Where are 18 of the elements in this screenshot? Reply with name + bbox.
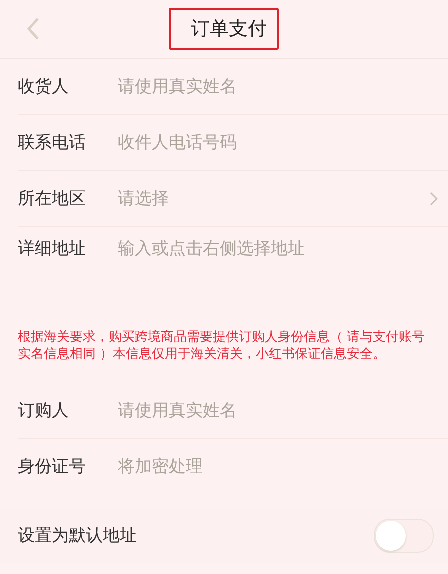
default-address-label: 设置为默认地址 (18, 525, 137, 547)
input-field[interactable]: 收件人电话号码 (118, 132, 424, 152)
chevron-icon (430, 192, 438, 206)
back-icon[interactable] (26, 17, 40, 41)
input-field[interactable]: 请使用真实姓名 (118, 76, 424, 96)
input-field[interactable]: 请使用真实姓名 (118, 400, 424, 420)
page-title: 订单支付 (169, 8, 279, 50)
field-label: 身份证号 (18, 456, 87, 478)
input-field[interactable]: 将加密处理 (118, 456, 424, 476)
toggle-switch[interactable] (374, 518, 434, 552)
field-label: 详细地址 (18, 238, 87, 260)
region-select[interactable]: 请选择 (118, 187, 169, 210)
input-field[interactable]: 输入或点击右侧选择地址 (118, 237, 424, 261)
field-label: 订购人 (18, 400, 70, 422)
field-label: 所在地区 (18, 188, 87, 210)
customs-notice: 根据海关要求，购买跨境商品需要提供订购人身份信息（ 请与支付账号实名信息相同 ）本信息仅用于海关清关，小红书保证信息安全。 (17, 329, 426, 364)
field-label: 联系电话 (18, 132, 87, 154)
field-label: 收货人 (18, 76, 70, 98)
